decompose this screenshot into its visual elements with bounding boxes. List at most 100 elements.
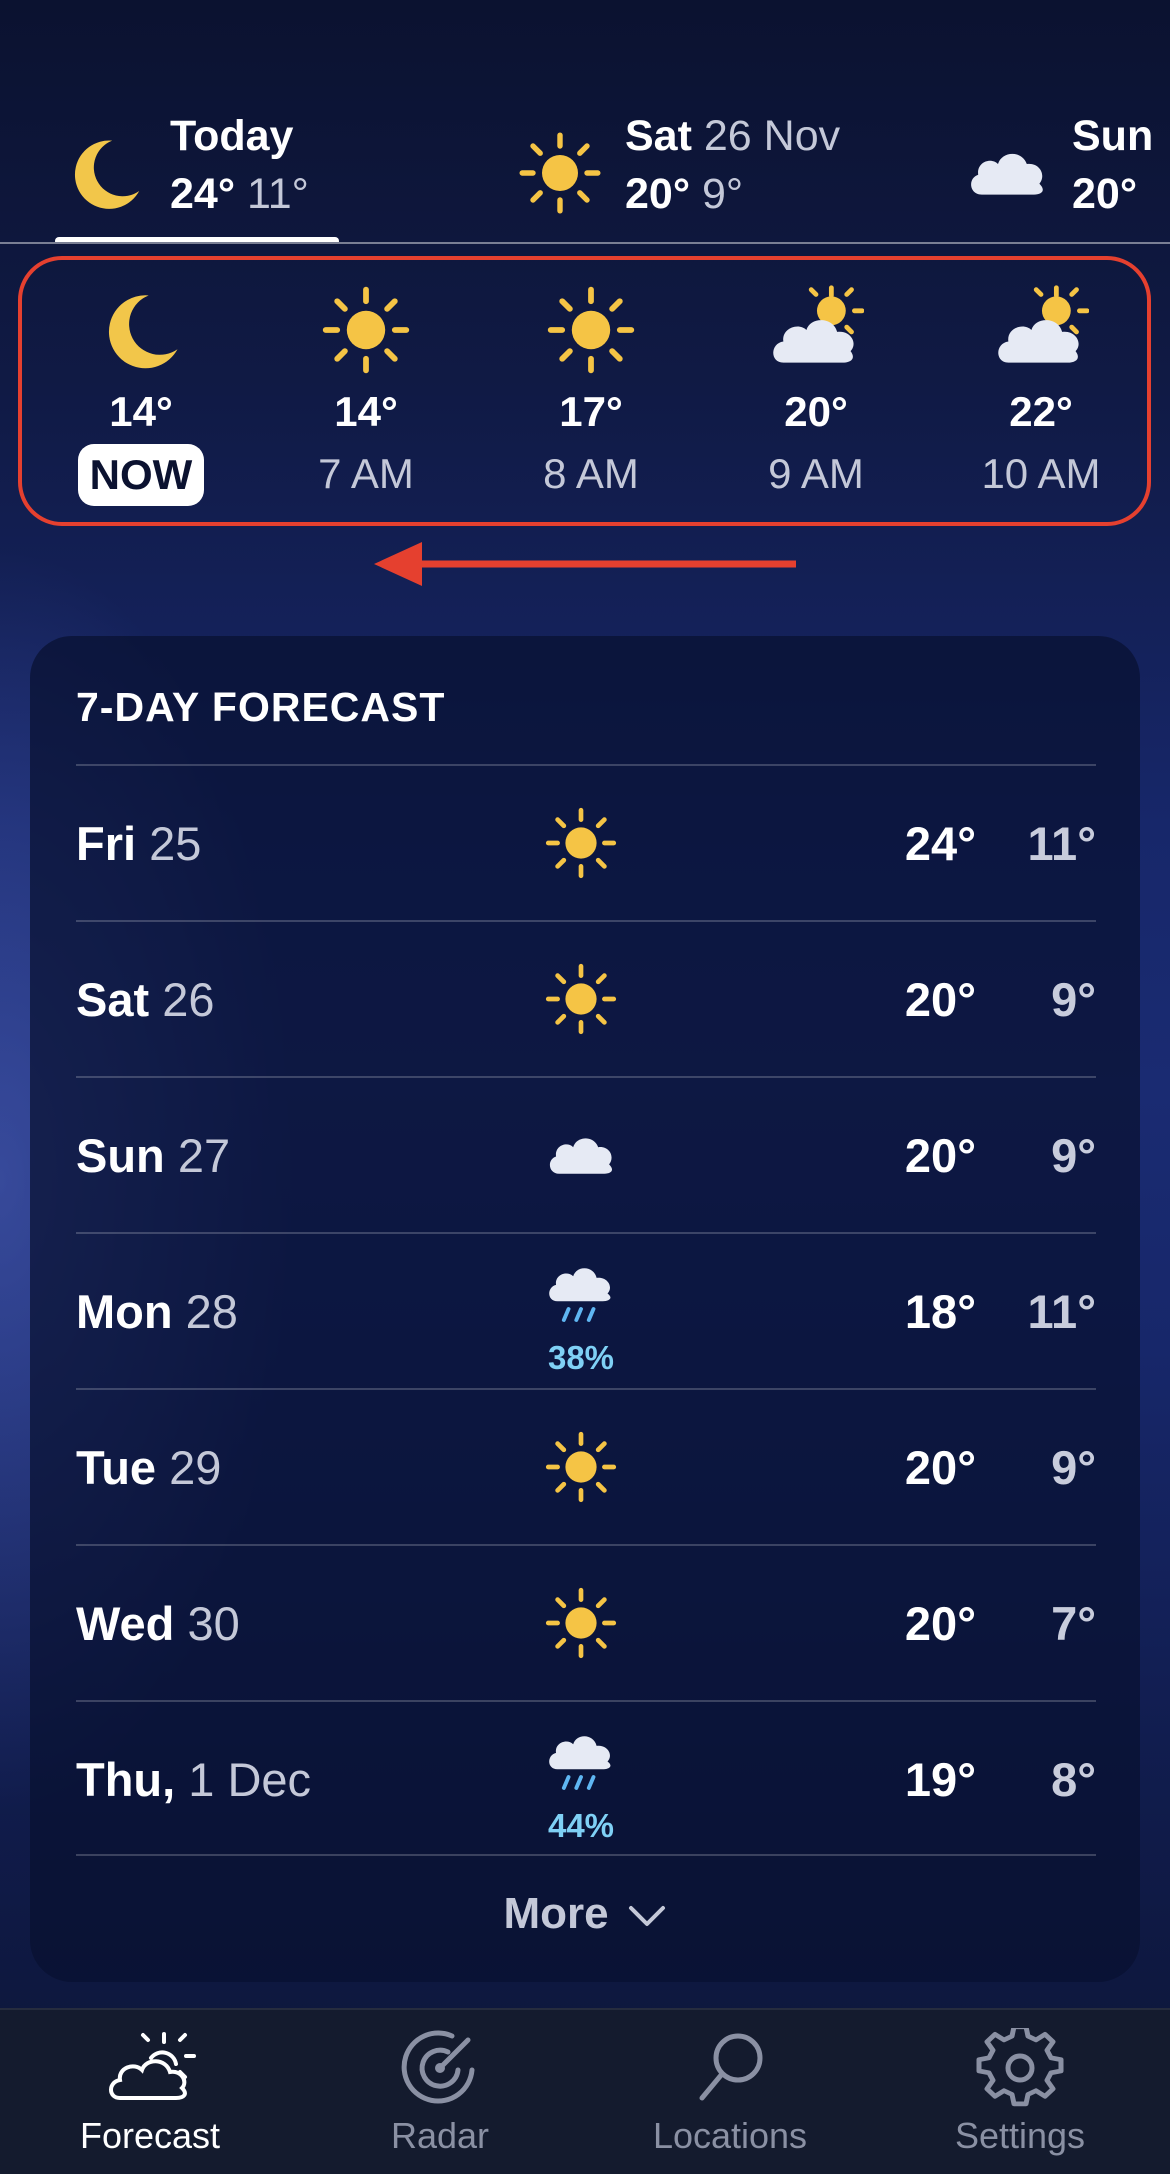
hour-item[interactable]: 20° 9 AM <box>721 282 911 502</box>
rain-icon <box>542 1724 620 1802</box>
row-high: 20° <box>904 973 976 1026</box>
row-day: Mon <box>76 1285 173 1338</box>
hour-item[interactable]: 22° 10 AM <box>946 282 1136 502</box>
row-date: 30 <box>187 1597 240 1650</box>
moon-icon <box>93 282 189 378</box>
row-low: 7° <box>1051 1597 1096 1650</box>
tab-label: Forecast <box>79 2115 221 2156</box>
tab-label: Locations <box>652 2115 808 2156</box>
hourly-forecast[interactable]: 14° NOW 14° 7 AM 17° 8 AM 20° 9 AM 22° 1… <box>18 256 1151 526</box>
row-day: Sun <box>76 1129 165 1182</box>
radar-icon <box>401 2030 475 2104</box>
tab-locations[interactable]: Locations <box>584 2028 876 2160</box>
cloud-icon <box>962 128 1052 218</box>
search-icon <box>699 2033 763 2101</box>
hour-time: 9 AM <box>768 450 864 497</box>
row-low: 9° <box>1051 973 1096 1026</box>
hour-temp: 20° <box>784 388 848 435</box>
seven-day-forecast-card: 7-DAY FORECAST Fri 25 24° 11° Sat 26 20°… <box>30 636 1140 1982</box>
row-day: Fri <box>76 817 137 870</box>
row-day: Tue <box>76 1441 157 1494</box>
more-button[interactable]: More <box>30 1884 1140 1944</box>
row-date: 25 <box>149 817 202 870</box>
row-low: 11° <box>1027 817 1096 870</box>
day-tabs: Today 24° 11° Sat 26 Nov 20° 9° Sun 20° <box>0 0 1170 244</box>
tab-settings[interactable]: Settings <box>874 2028 1166 2160</box>
row-date: 1 Dec <box>188 1753 312 1806</box>
day-tab-sun[interactable]: Sun 20° <box>962 108 1153 228</box>
row-low: 11° <box>1027 1285 1096 1338</box>
swipe-left-arrow-icon <box>374 542 796 586</box>
row-date: 28 <box>185 1285 238 1338</box>
hour-temp: 14° <box>334 388 398 435</box>
row-day: Sat <box>76 973 150 1026</box>
row-high: 24° <box>904 817 976 870</box>
partly-cloudy-icon <box>993 282 1089 378</box>
row-low: 8° <box>1051 1753 1096 1806</box>
row-date: 29 <box>169 1441 222 1494</box>
day-tab-label: Sun <box>1072 112 1154 160</box>
hour-temp: 14° <box>109 388 173 435</box>
hour-item-now[interactable]: 14° NOW <box>46 282 236 506</box>
row-date: 27 <box>177 1129 231 1182</box>
forecast-row[interactable]: Fri 25 24° 11° <box>76 764 1096 920</box>
day-tab-high: 20° <box>1072 170 1138 218</box>
tab-label: Radar <box>390 2115 490 2156</box>
partly-cloudy-icon <box>768 282 864 378</box>
row-high: 20° <box>904 1129 976 1182</box>
sun-icon <box>318 282 414 378</box>
day-tab-high: 20° <box>625 170 691 218</box>
row-low: 9° <box>1051 1129 1096 1182</box>
row-date: 26 <box>162 973 215 1026</box>
row-high: 18° <box>904 1285 976 1338</box>
day-tab-low: 11° <box>246 170 309 218</box>
day-tab-label: Sat <box>625 112 692 160</box>
forecast-row[interactable]: Wed 30 20° 7° <box>76 1544 1096 1700</box>
selected-tab-indicator <box>55 237 339 242</box>
moon-icon <box>60 128 150 218</box>
day-tab-sat[interactable]: Sat 26 Nov 20° 9° <box>515 108 840 228</box>
hour-time: 8 AM <box>543 450 639 497</box>
hour-time: 10 AM <box>981 450 1101 497</box>
forecast-icon <box>109 2032 196 2100</box>
row-high: 20° <box>904 1597 976 1650</box>
tab-bar: Forecast Radar Locations Settings <box>0 2008 1170 2174</box>
row-day: Thu, <box>76 1753 176 1806</box>
row-low: 9° <box>1051 1441 1096 1494</box>
forecast-row[interactable]: Sat 26 20° 9° <box>76 920 1096 1076</box>
row-high: 19° <box>904 1753 976 1806</box>
row-day: Wed <box>76 1597 175 1650</box>
hour-temp: 17° <box>559 388 623 435</box>
gear-icon <box>976 2028 1064 2107</box>
forecast-row[interactable]: Sun 27 20° 9° <box>76 1076 1096 1232</box>
day-tab-low: 9° <box>701 170 744 218</box>
tab-forecast[interactable]: Forecast <box>4 2028 296 2160</box>
tab-label: Settings <box>954 2115 1086 2156</box>
now-badge: NOW <box>77 444 205 506</box>
day-tab-label: Today <box>170 112 294 160</box>
sun-icon <box>542 1584 620 1662</box>
chevron-down-icon <box>628 1906 665 1927</box>
precip-chance: 44% <box>547 1807 615 1844</box>
day-tab-today[interactable]: Today 24° 11° <box>60 108 309 228</box>
forecast-list: Fri 25 24° 11° Sat 26 20° 9° Sun 27 20° … <box>76 764 1096 1856</box>
cloud-icon <box>542 1116 620 1194</box>
sun-icon <box>515 128 605 218</box>
hour-item[interactable]: 14° 7 AM <box>271 282 461 502</box>
forecast-row[interactable]: Tue 29 20° 9° <box>76 1388 1096 1544</box>
hour-time: 7 AM <box>318 450 414 497</box>
more-label: More <box>503 1889 609 1938</box>
row-high: 20° <box>904 1441 976 1494</box>
sun-icon <box>542 1428 620 1506</box>
hour-temp: 22° <box>1009 388 1073 435</box>
sun-icon <box>542 960 620 1038</box>
day-tab-date: 26 Nov <box>703 112 841 160</box>
tab-radar[interactable]: Radar <box>294 2028 586 2160</box>
forecast-row[interactable]: Thu, 1 Dec 44% 19° 8° <box>76 1700 1096 1856</box>
card-title: 7-DAY FORECAST <box>76 684 446 730</box>
forecast-row[interactable]: Mon 28 38% 18° 11° <box>76 1232 1096 1388</box>
day-tab-high: 24° <box>170 170 236 218</box>
hour-item[interactable]: 17° 8 AM <box>496 282 686 502</box>
precip-chance: 38% <box>547 1339 615 1376</box>
rain-icon <box>542 1256 620 1334</box>
